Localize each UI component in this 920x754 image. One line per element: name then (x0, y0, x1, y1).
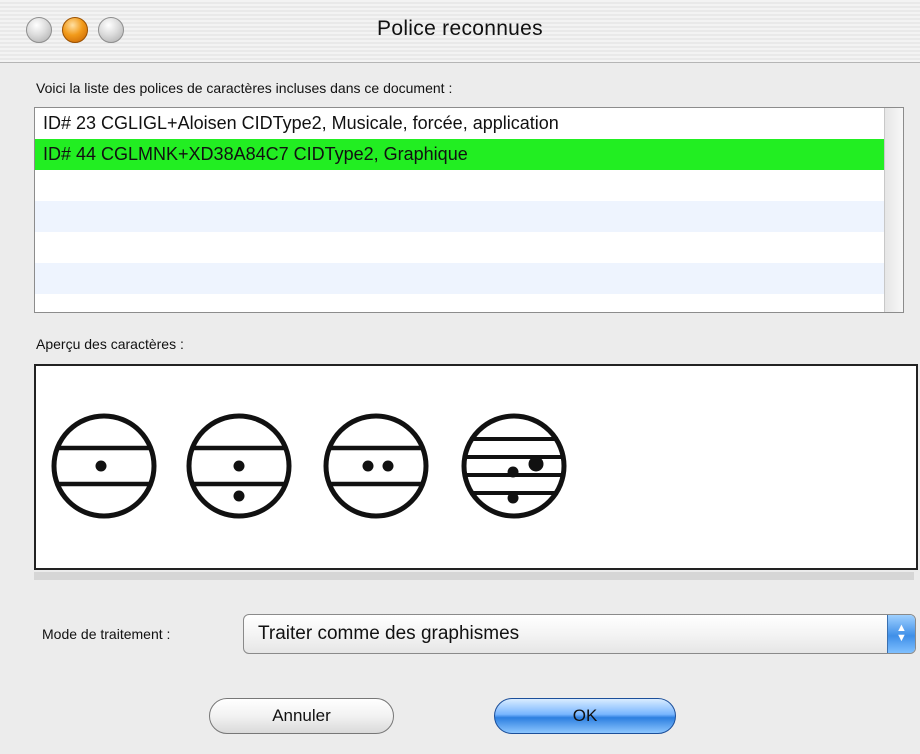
music-glyph-3 (323, 413, 429, 519)
preview-label: Aperçu des caractères : (36, 336, 184, 352)
window-title: Police reconnues (377, 17, 543, 40)
fonts-list[interactable]: ID# 23 CGLIGL+Aloisen CIDType2, Musicale… (34, 107, 904, 313)
dialog-window: Police reconnues Voici la liste des poli… (0, 0, 920, 754)
preview-shadow (34, 572, 914, 580)
title-bar[interactable]: Police reconnues (0, 0, 920, 63)
mode-select-popup[interactable]: Traiter comme des graphismes ▲ ▼ (243, 614, 916, 654)
list-item-selected[interactable]: ID# 44 CGLMNK+XD38A84C7 CIDType2, Graphi… (35, 139, 885, 170)
empty-list-row (35, 294, 885, 312)
list-item-text: ID# 44 CGLMNK+XD38A84C7 CIDType2, Graphi… (43, 144, 468, 164)
mode-label: Mode de traitement : (42, 626, 171, 642)
list-scrollbar[interactable] (884, 108, 903, 312)
character-preview-panel (34, 364, 918, 570)
list-item[interactable]: ID# 23 CGLIGL+Aloisen CIDType2, Musicale… (35, 108, 885, 139)
ok-button[interactable]: OK (494, 698, 676, 734)
music-glyph-2 (186, 413, 292, 519)
empty-list-row (35, 170, 885, 201)
glyph-preview-canvas (51, 413, 567, 519)
cancel-button[interactable]: Annuler (209, 698, 394, 734)
music-glyph-4 (461, 413, 567, 519)
music-glyph-1 (51, 413, 157, 519)
mode-selected-value: Traiter comme des graphismes (258, 623, 520, 644)
empty-list-row (35, 263, 885, 294)
empty-list-row (35, 201, 885, 232)
empty-list-row (35, 232, 885, 263)
list-item-text: ID# 23 CGLIGL+Aloisen CIDType2, Musicale… (43, 113, 559, 133)
popup-up-down-arrows-icon[interactable]: ▲ ▼ (887, 615, 915, 653)
fonts-list-label: Voici la liste des polices de caractères… (36, 80, 453, 96)
